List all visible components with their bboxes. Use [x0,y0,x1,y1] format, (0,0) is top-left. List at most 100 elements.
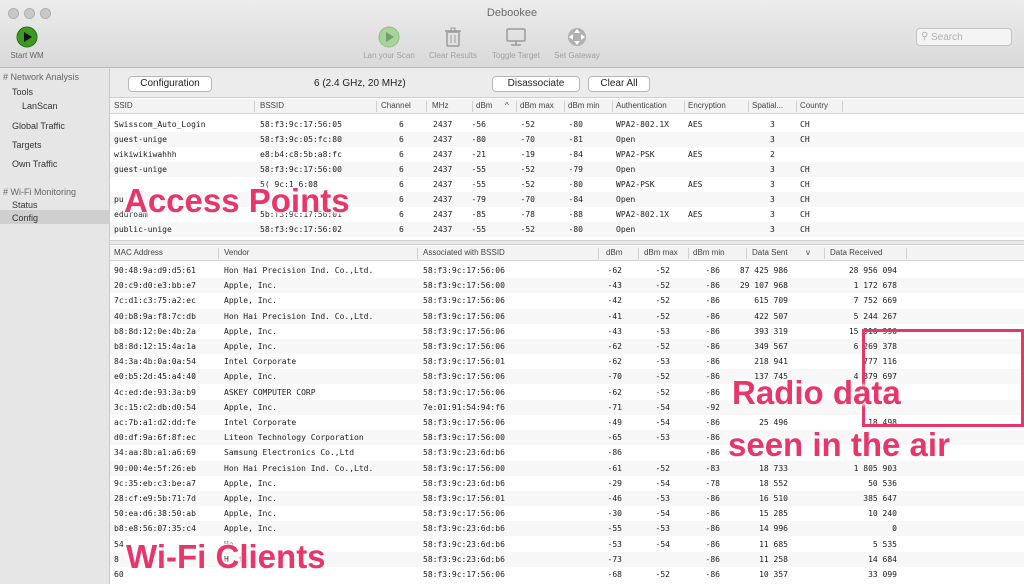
client-column-header[interactable]: Data Received [830,248,882,257]
ap-cell: -84 [568,150,583,159]
ap-column-header[interactable]: dBm [476,101,492,110]
client-cell: -73 [607,554,622,564]
client-table-row[interactable]: 9c:35:eb:c3:be:a7 Apple, Inc. 58:f3:9c:23:… [110,476,1024,491]
search-input[interactable]: ⚲ Search [916,28,1012,46]
client-cell: 58:f3:9c:17:56:06 [423,326,505,336]
client-cell: Liteon Technology Corporation [224,433,364,443]
toggle-target-button[interactable]: Toggle Target [486,26,546,60]
ap-column-header[interactable]: Spatial... [752,101,783,110]
client-cell: d0:df:9a:6f:8f:ec [114,433,196,443]
clear-results-button[interactable]: Clear Results [424,26,482,60]
client-cell: 58:f3:9c:17:56:06 [423,266,505,275]
client-cell: b8:e8:56:07:35:c4 [114,524,196,534]
play-icon [16,26,38,48]
sidebar-item-targets[interactable]: Targets [12,140,42,150]
client-table-row[interactable]: b8:e8:56:07:35:c4 Apple, Inc. 58:f3:9c:23:… [110,521,1024,537]
main-panel: Configuration 6 (2.4 GHz, 20 MHz) Disass… [110,68,1024,584]
client-table-row[interactable]: 50:ea:d6:38:50:ab Apple, Inc. 58:f3:9c:17:… [110,506,1024,521]
client-cell: -86 [705,433,720,443]
ap-column-header[interactable]: Channel [381,101,411,110]
sidebar-item-lanscan[interactable]: LanScan [22,101,58,111]
access-points-annotation: Access Points [124,182,350,219]
client-cell: Apple, Inc. [224,281,277,291]
column-divider [564,101,565,112]
ap-cell: 3 [770,165,775,174]
client-cell: 58:f3:9c:23:6d:b6 [423,448,505,458]
start-wm-button[interactable]: Start WM [4,26,50,60]
client-column-header[interactable]: Associated with BSSID [423,248,505,257]
client-cell: -43 [607,281,622,291]
disassociate-button[interactable]: Disassociate [492,76,580,92]
trash-icon [442,26,464,48]
sidebar-item-status[interactable]: Status [12,200,38,210]
ap-cell: 3 [770,195,775,204]
ap-cell: public-unige [114,225,172,234]
client-column-header[interactable]: dBm min [693,248,725,257]
ap-cell: 3 [770,180,775,189]
ap-cell: WPA2-802.1X [616,120,669,129]
client-cell: 11 258 [759,554,788,564]
client-cell: Apple, Inc. [224,372,277,382]
client-cell: -30 [607,509,622,519]
client-cell: 54 [114,539,124,549]
search-placeholder: Search [931,32,963,43]
ap-column-header[interactable]: Encryption [688,101,726,110]
ap-column-header[interactable]: Authentication [616,101,667,110]
radio-data-annotation: Radio data [732,374,901,411]
sidebar-item-global-traffic[interactable]: Global Traffic [12,121,65,131]
client-cell: 58:f3:9c:17:56:00 [423,281,505,291]
ap-cell: -52 [520,120,535,129]
ap-column-header[interactable]: MHz [432,101,448,110]
client-table-row[interactable]: 40:b8:9a:f8:7c:db Hon Hai Precision Ind. … [110,308,1024,324]
client-cell: -62 [607,342,622,351]
clear-all-button[interactable]: Clear All [588,76,650,92]
column-divider [746,248,747,259]
client-column-header[interactable]: dBm [606,248,622,257]
sidebar-item-own-traffic[interactable]: Own Traffic [12,159,57,169]
client-column-header[interactable]: dBm max [644,248,678,257]
ap-table-row[interactable]: guest-unige 58:f3:9c:17:56:00 6 2437 -55 -52 -… [110,162,1024,177]
ap-cell: AES [688,120,703,129]
lan-scan-button[interactable]: Lan your Scan [356,26,422,60]
ap-column-header[interactable]: Country [800,101,828,110]
ap-cell: AES [688,210,703,219]
column-divider [824,248,825,259]
ap-cell: 6 [399,165,404,174]
ap-table-row[interactable]: guest-unige 58:f3:9c:05:fc:80 6 2437 -80 -70 -… [110,132,1024,147]
ap-table-row[interactable]: wikiwikiwahhh e8:b4:c8:5b:a8:fc 6 2437 -21 -1… [110,147,1024,162]
client-cell: -86 [705,357,720,367]
client-cell: -83 [705,463,720,473]
client-cell: 58:f3:9c:17:56:06 [423,311,505,321]
client-column-header[interactable]: Vendor [224,248,249,257]
client-table-row[interactable]: 90:48:9a:d9:d5:61 Hon Hai Precision Ind. … [110,263,1024,278]
ap-column-header[interactable]: BSSID [260,101,284,110]
client-cell: -54 [655,539,670,549]
ap-table-row[interactable]: Swisscom_Auto_Login 58:f3:9c:17:56:05 6 243… [110,117,1024,132]
sidebar-item-tools[interactable]: Tools [12,87,33,97]
client-cell: 218 941 [754,357,788,367]
sidebar-item-config[interactable]: Config [12,213,38,223]
client-cell: -86 [705,570,720,579]
client-cell: Apple, Inc. [224,524,277,534]
client-column-header[interactable]: MAC Address [114,248,163,257]
ap-cell: 58:f3:9c:17:56:00 [260,165,342,174]
client-cell: Samsung Electronics Co.,Ltd [224,448,355,458]
monitor-icon [505,26,527,48]
client-table-row[interactable]: 28:cf:e9:5b:71:7d Apple, Inc. 58:f3:9c:17:… [110,491,1024,506]
ap-column-header[interactable]: dBm min [568,101,600,110]
window-title: Debookee [486,7,538,19]
ap-table-row[interactable]: public-unige 58:f3:9c:17:56:02 6 2437 -55 -52… [110,222,1024,237]
client-cell: -62 [607,266,622,275]
configuration-button[interactable]: Configuration [128,76,212,92]
column-divider [598,248,599,259]
client-column-header[interactable]: Data Sent [752,248,788,257]
ap-cell: CH [800,210,810,219]
client-table-row[interactable]: 20:c9:d0:e3:bb:e7 Apple, Inc. 58:f3:9c:17:… [110,278,1024,294]
ap-cell: CH [800,225,810,234]
set-gateway-button[interactable]: Set Gateway [548,26,606,60]
client-table-row[interactable]: 7c:d1:c3:75:a2:ec Apple, Inc. 58:f3:9c:17:… [110,293,1024,308]
ap-column-header[interactable]: SSID [114,101,133,110]
ap-column-header[interactable]: dBm max [520,101,554,110]
ap-cell: 3 [770,120,775,129]
table-splitter[interactable] [110,240,1024,245]
